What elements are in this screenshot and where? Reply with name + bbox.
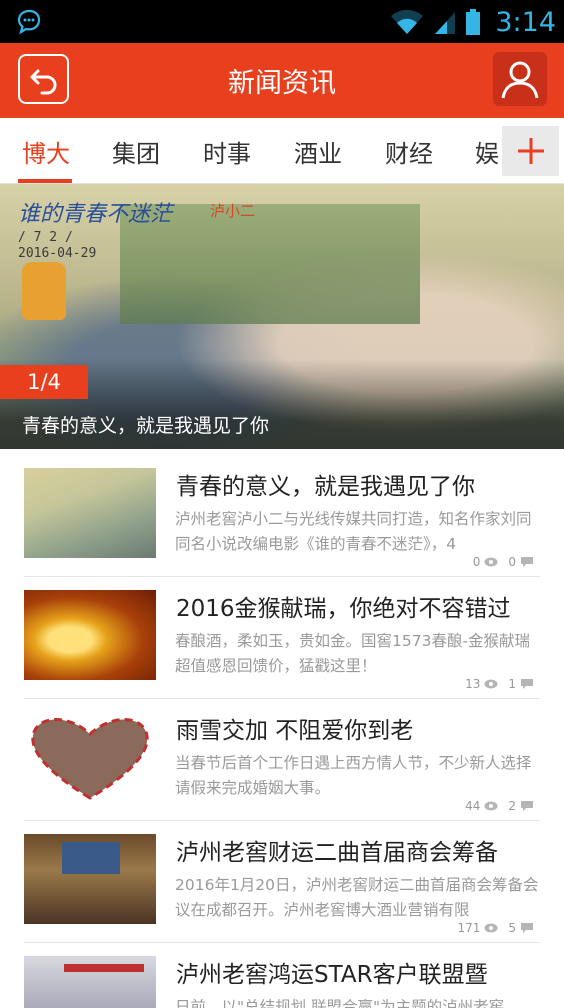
heart-collage-image (31, 718, 149, 800)
tab-group[interactable]: 集团 (112, 134, 160, 169)
comment-count: 1 (508, 677, 516, 691)
news-summary: 当春节后首个工作日遇上西方情人节，不少新人选择请假来完成婚姻大事。 (175, 754, 532, 797)
news-thumbnail (24, 468, 156, 558)
add-tab-button[interactable] (502, 126, 559, 176)
news-title: 雨雪交加 不阻爱你到老 (176, 718, 414, 744)
eye-icon (484, 557, 498, 567)
user-profile-button[interactable] (493, 52, 547, 106)
news-title: 2016金猴献瑞，你绝对不容错过 (176, 596, 511, 622)
banner-slogan: 谁的青春不迷茫 (18, 202, 173, 227)
news-thumbnail (24, 834, 156, 924)
news-meta: 44 2 (465, 799, 534, 813)
view-count: 13 (465, 677, 481, 691)
banner-caption: 青春的意义，就是我遇见了你 (22, 415, 270, 437)
active-tab-indicator (18, 179, 72, 183)
news-summary: 春酿酒，柔如玉，贵如金。国窖1573春酿-金猴献瑞超值感恩回馈价，猛戳这里！ (175, 632, 531, 675)
banner-date: / 7 2 / 2016-04-29 (18, 230, 96, 262)
news-summary: 泸州老窖泸小二与光线传媒共同打造，知名作家刘同同名小说改编电影《谁的青春不迷茫》… (175, 510, 532, 553)
status-time: 3:14 (495, 6, 556, 38)
view-count: 171 (457, 921, 481, 935)
view-count: 0 (472, 555, 481, 569)
news-title: 泸州老窖财运二曲首届商会筹备 (176, 840, 498, 866)
news-summary: 2016年1月20日，泸州老窖财运二曲首届商会筹备会议在成都召开。泸州老窖博大酒… (175, 876, 539, 919)
tab-liquor[interactable]: 酒业 (294, 134, 342, 169)
tab-finance[interactable]: 财经 (385, 134, 433, 169)
news-title: 泸州老窖鸿运STAR客户联盟暨 (176, 962, 488, 988)
banner-page-counter: 1/4 (0, 365, 88, 399)
news-meta: 13 1 (465, 677, 534, 691)
wifi-icon (391, 9, 424, 34)
comment-count: 0 (508, 555, 516, 569)
battery-icon (466, 9, 481, 35)
view-count: 44 (465, 799, 481, 813)
news-meta: 0 0 (473, 555, 534, 569)
banner-slogan-sub: 泸小二 (210, 202, 256, 220)
status-bar: 3:14 (0, 0, 564, 43)
tab-current-affairs[interactable]: 时事 (203, 134, 251, 169)
comment-icon (521, 801, 533, 811)
news-item[interactable]: 青春的意义，就是我遇见了你 泸州老窖泸小二与光线传媒共同打造，知名作家刘同同名小… (0, 455, 564, 577)
eye-icon (484, 923, 498, 933)
banner-date-line2: 2016-04-29 (18, 246, 97, 261)
plus-icon (517, 138, 544, 164)
comment-icon (521, 557, 533, 567)
comment-icon (521, 679, 533, 689)
news-thumbnail (24, 956, 156, 1008)
page-title: 新闻资讯 (228, 68, 336, 99)
user-icon (501, 61, 539, 99)
news-item[interactable]: 2016金猴献瑞，你绝对不容错过 春酿酒，柔如玉，贵如金。国窖1573春酿-金猴… (0, 577, 564, 699)
comment-count: 2 (508, 799, 516, 813)
news-thumbnail (24, 712, 156, 802)
eye-icon (484, 679, 498, 689)
tab-entertainment[interactable]: 娱 (475, 134, 499, 169)
news-title: 青春的意义，就是我遇见了你 (176, 474, 475, 500)
event-banner-strip (64, 964, 144, 972)
news-item[interactable]: 泸州老窖鸿运STAR客户联盟暨 日前，以"总结规划 联盟合赢"为主题的泸州老窖 (0, 943, 564, 1008)
comment-icon (521, 923, 533, 933)
featured-banner[interactable]: 谁的青春不迷茫 泸小二 / 7 2 / 2016-04-29 1/4 青春的意义… (0, 184, 564, 449)
category-tabs: 博大 集团 时事 酒业 财经 娱 (0, 118, 564, 184)
news-item[interactable]: 泸州老窖财运二曲首届商会筹备 2016年1月20日，泸州老窖财运二曲首届商会筹备… (0, 821, 564, 943)
news-item[interactable]: 雨雪交加 不阻爱你到老 当春节后首个工作日遇上西方情人节，不少新人选择请假来完成… (0, 699, 564, 821)
news-thumbnail (24, 590, 156, 680)
eye-icon (484, 801, 498, 811)
news-meta: 171 5 (457, 921, 534, 935)
banner-date-line1: / 7 2 / (18, 230, 73, 245)
cellular-signal-icon (435, 12, 456, 34)
news-summary: 日前，以"总结规划 联盟合赢"为主题的泸州老窖 (175, 998, 505, 1008)
projector-screen (62, 842, 120, 874)
liquor-bottle-image (22, 262, 66, 320)
tab-boda[interactable]: 博大 (22, 134, 70, 169)
app-bar: 新闻资讯 (0, 43, 564, 118)
chat-notification-icon (17, 9, 41, 35)
comment-count: 5 (508, 921, 516, 935)
